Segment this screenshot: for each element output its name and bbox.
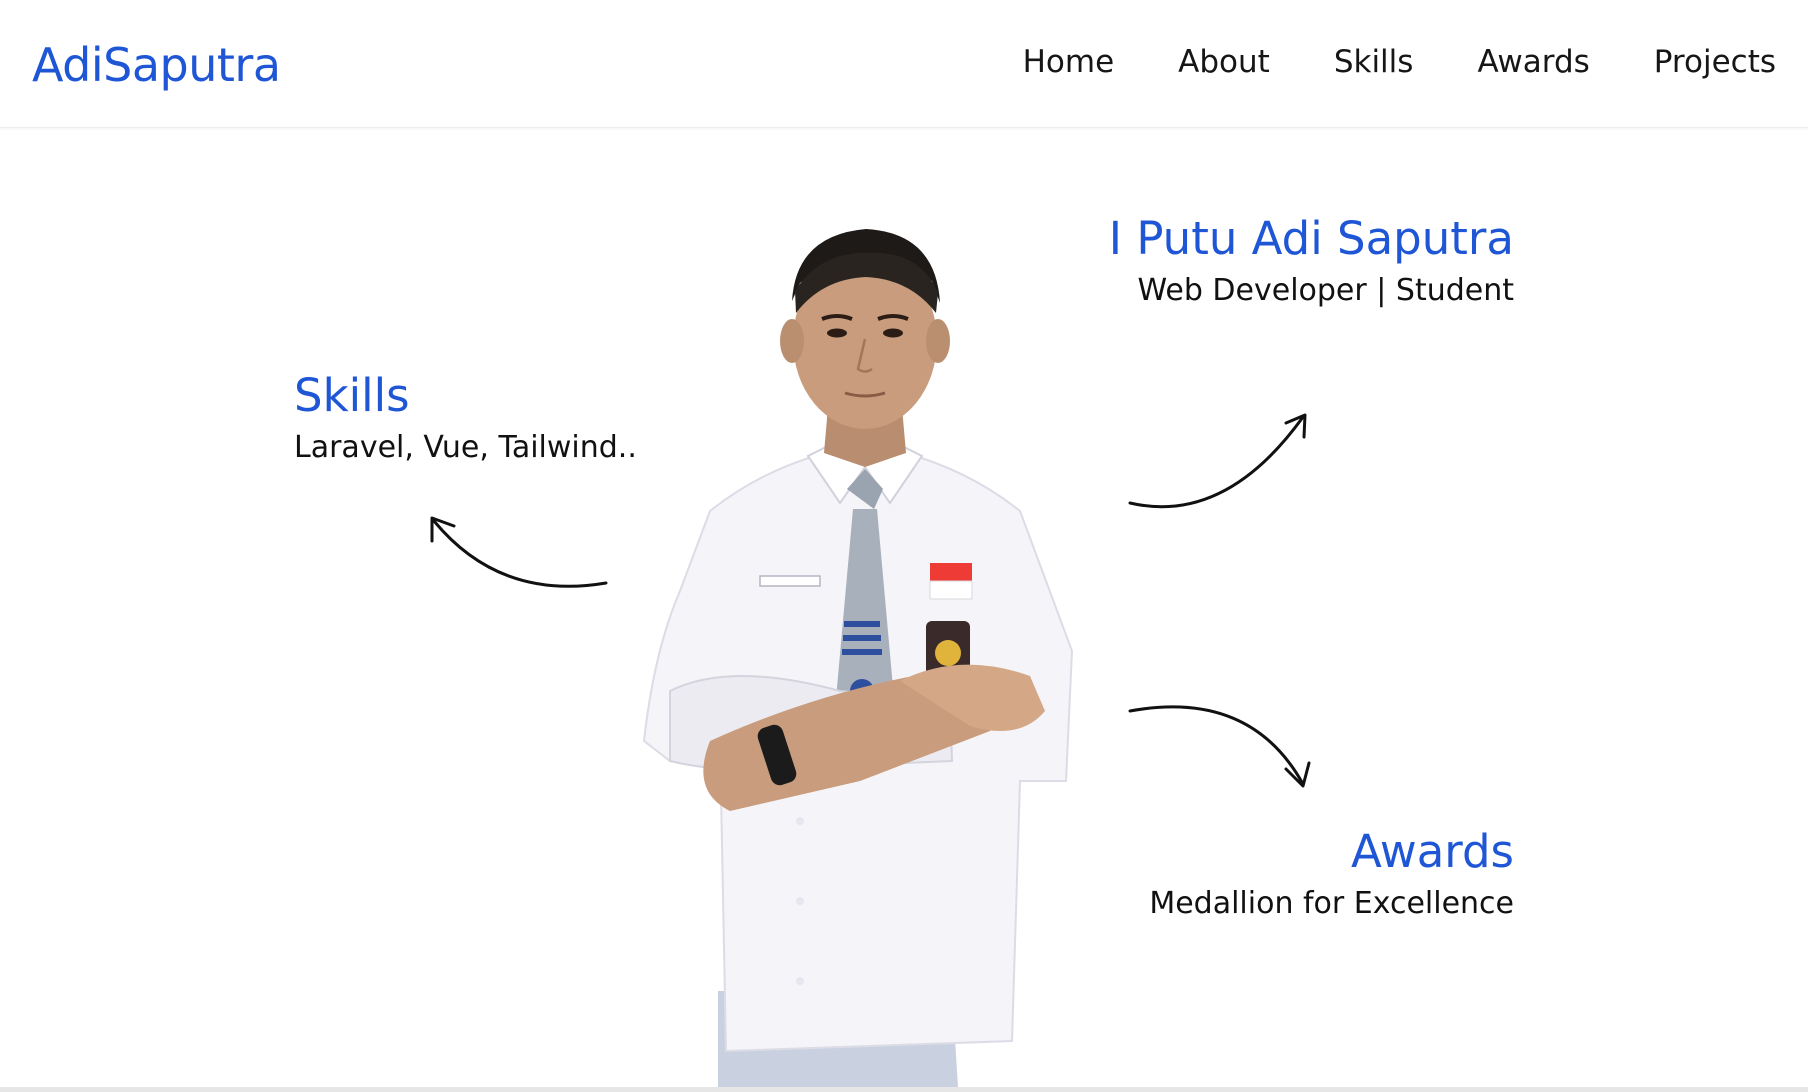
bottom-divider — [0, 1087, 1808, 1092]
profile-role: Web Developer | Student — [1137, 273, 1514, 308]
awards-title: Awards — [1350, 825, 1514, 878]
awards-block: Awards Medallion for Excellence — [1149, 825, 1514, 921]
brand-logo[interactable]: AdiSaputra — [32, 38, 281, 92]
profile-photo — [642, 229, 1074, 1087]
nav-link-about[interactable]: About — [1178, 44, 1270, 80]
nav-link-home[interactable]: Home — [1023, 44, 1115, 80]
profile-name: I Putu Adi Saputra — [1108, 212, 1514, 265]
hero-section: I Putu Adi Saputra Web Developer | Stude… — [0, 129, 1808, 1087]
arrow-awards-icon — [1128, 705, 1311, 788]
nav-link-awards[interactable]: Awards — [1477, 44, 1589, 80]
intro-block: I Putu Adi Saputra Web Developer | Stude… — [1109, 212, 1514, 308]
arrow-name-icon — [1128, 413, 1307, 509]
nav-link-skills[interactable]: Skills — [1334, 44, 1414, 80]
skills-text: Laravel, Vue, Tailwind.. — [294, 430, 637, 465]
arrow-skills-icon — [430, 516, 608, 588]
nav-links: Home About Skills Awards Projects — [1023, 44, 1776, 80]
nav-link-projects[interactable]: Projects — [1654, 44, 1776, 80]
skills-title: Skills — [294, 369, 410, 422]
skills-block: Skills Laravel, Vue, Tailwind.. — [294, 369, 637, 465]
awards-text: Medallion for Excellence — [1149, 886, 1514, 921]
navbar: AdiSaputra Home About Skills Awards Proj… — [0, 0, 1808, 128]
